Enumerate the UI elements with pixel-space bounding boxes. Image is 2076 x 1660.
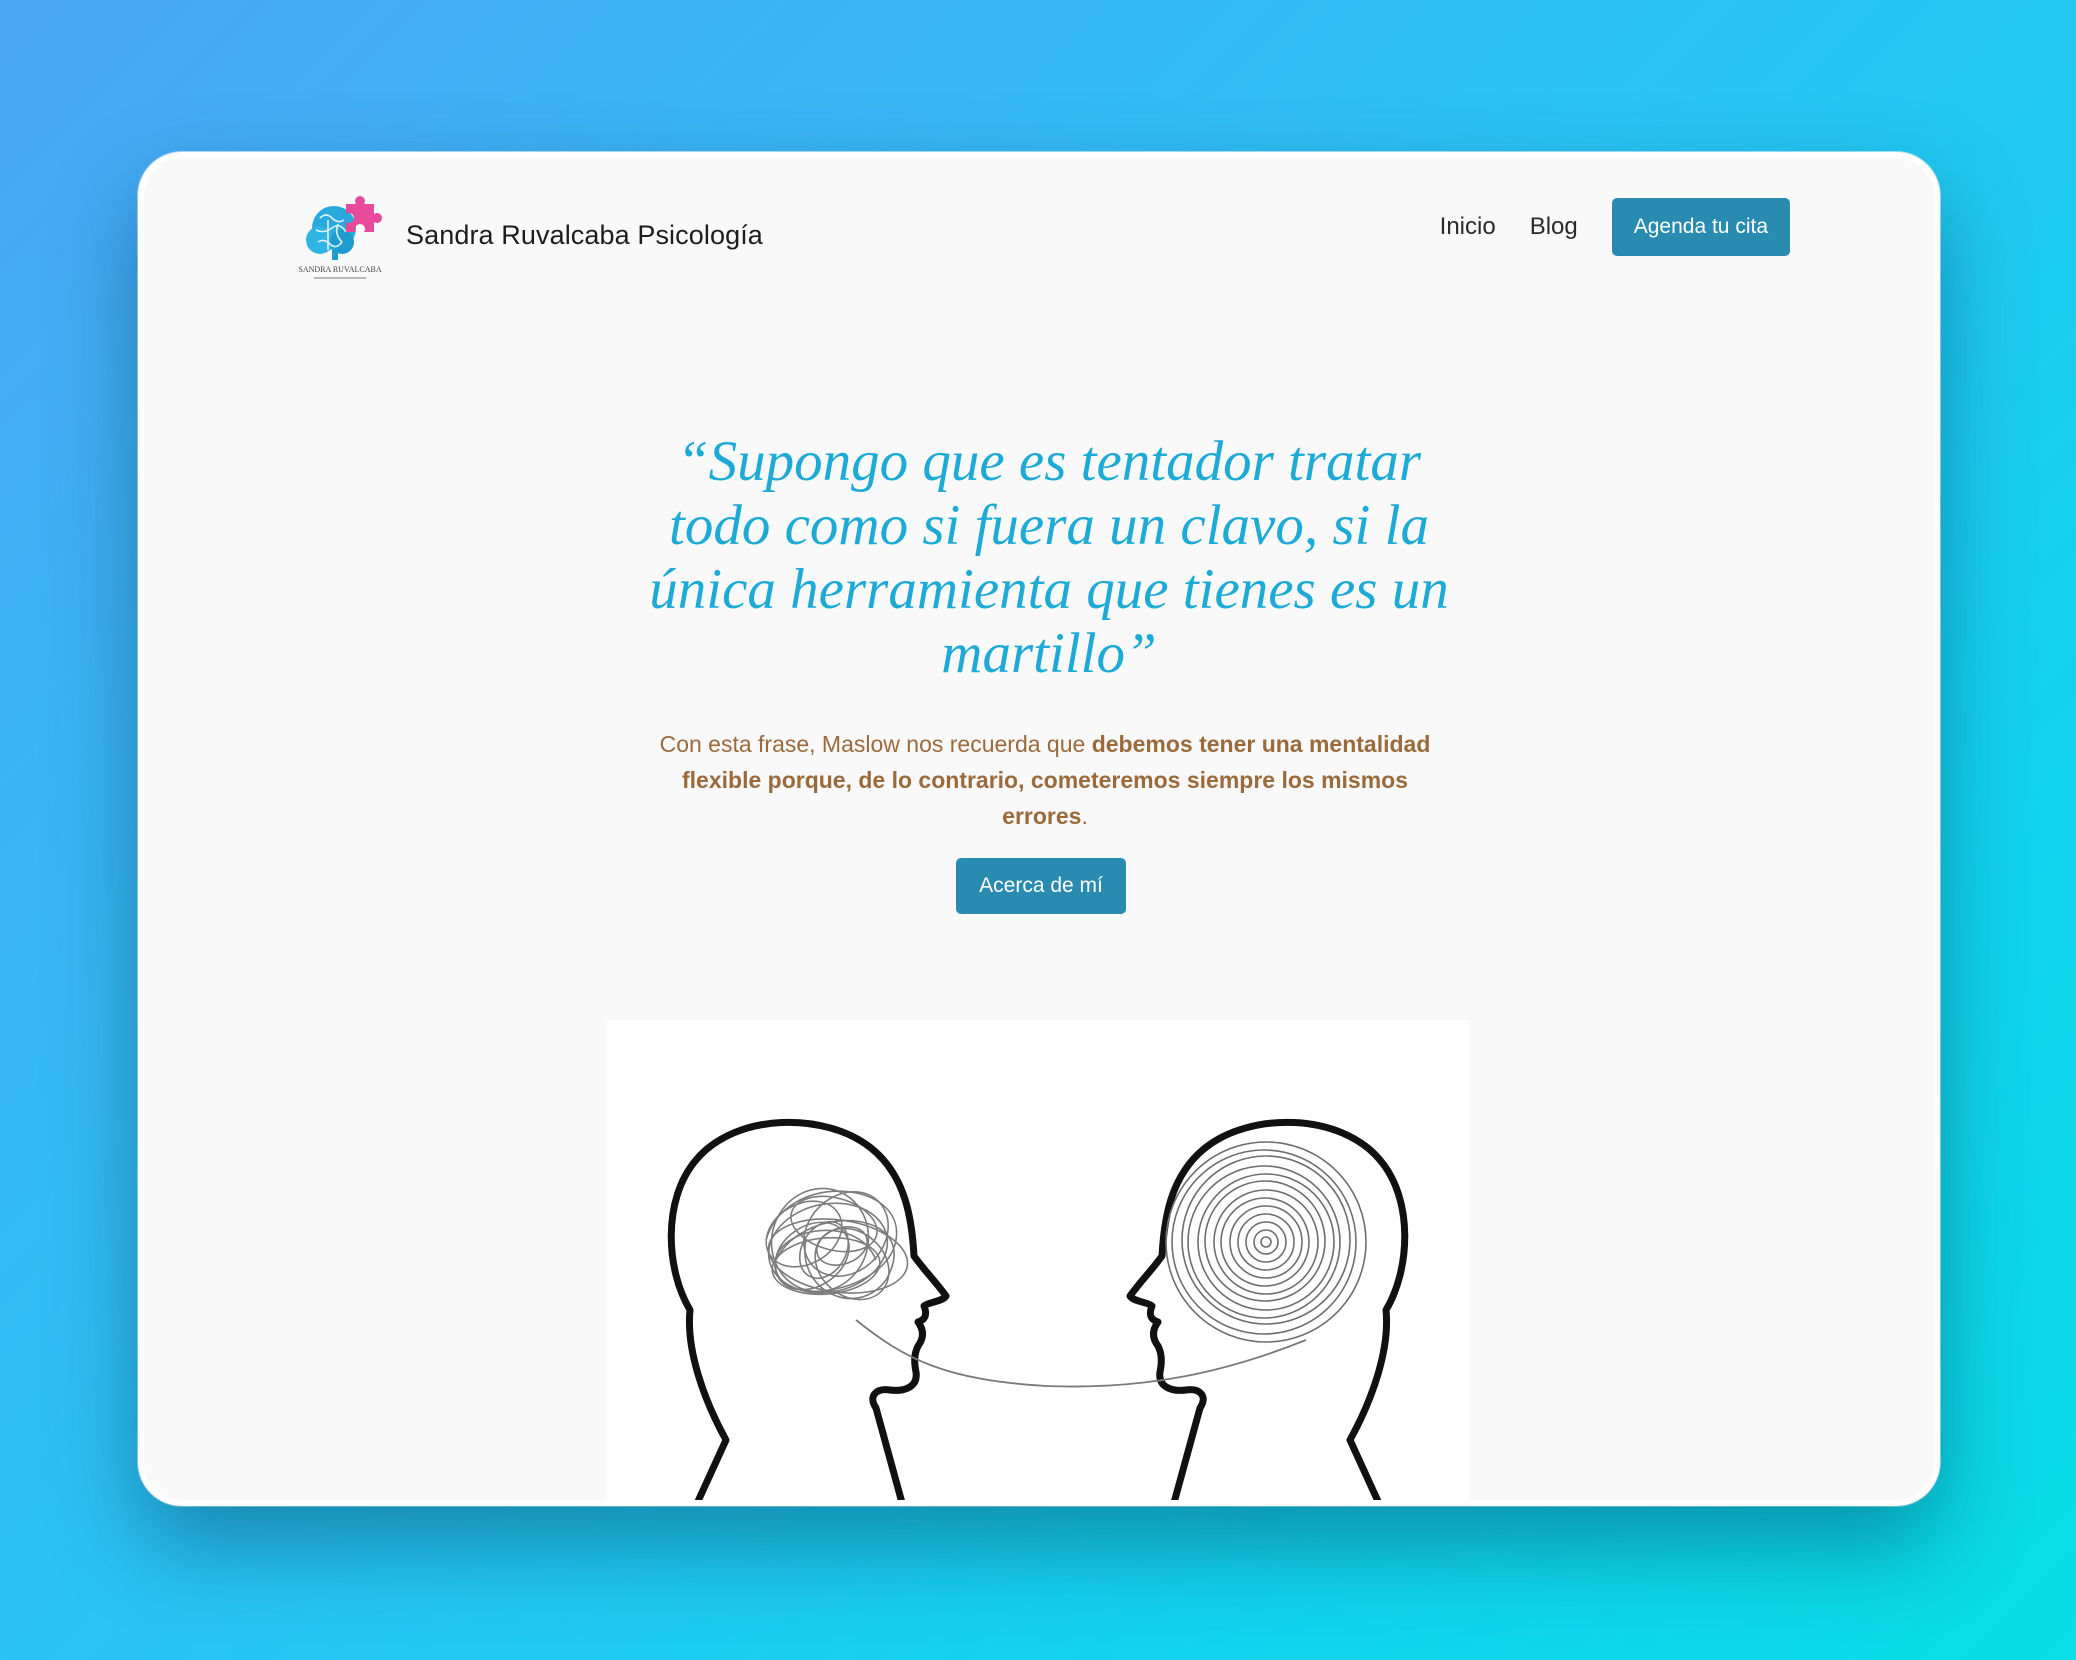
hero-quote: “Supongo que es tentador tratar todo com…: [649, 430, 1449, 685]
about-me-button[interactable]: Acerca de mí: [956, 858, 1126, 914]
page-window: SANDRA RUVALCABA Sandra Ruvalcaba Psicol…: [144, 158, 1934, 1500]
hero-intro-prefix: Con esta frase, Maslow nos recuerda que: [659, 731, 1092, 757]
site-logo[interactable]: SANDRA RUVALCABA: [292, 196, 388, 284]
schedule-appointment-button[interactable]: Agenda tu cita: [1611, 198, 1790, 256]
site-title[interactable]: Sandra Ruvalcaba Psicología: [406, 220, 763, 251]
svg-text:SANDRA RUVALCABA: SANDRA RUVALCABA: [298, 265, 381, 274]
main-nav: Inicio Blog Agenda tu cita: [1440, 198, 1790, 256]
browser-frame: SANDRA RUVALCABA Sandra Ruvalcaba Psicol…: [138, 152, 1940, 1506]
two-heads-illustration: [667, 1118, 1409, 1500]
left-head-outline: [667, 1118, 950, 1500]
hero-intro-suffix: .: [1081, 803, 1088, 829]
nav-link-inicio[interactable]: Inicio: [1440, 213, 1496, 241]
tangled-thoughts: [765, 1187, 909, 1301]
hero-intro: Con esta frase, Maslow nos recuerda que …: [650, 726, 1440, 834]
right-head-outline: [1126, 1118, 1409, 1500]
calm-spiral: [1165, 1141, 1367, 1343]
brain-puzzle-logo-icon: SANDRA RUVALCABA: [298, 196, 382, 279]
nav-link-blog[interactable]: Blog: [1530, 213, 1578, 241]
hero-illustration: [606, 1020, 1470, 1500]
